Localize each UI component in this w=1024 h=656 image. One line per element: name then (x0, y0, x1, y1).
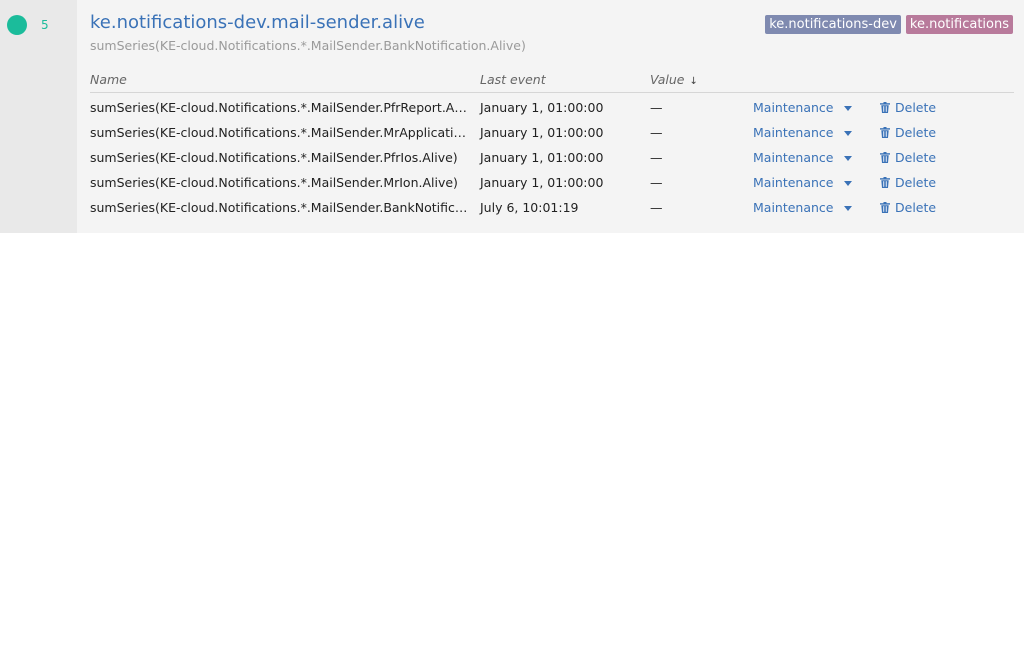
delete-label: Delete (895, 100, 937, 115)
column-header-value-label: Value (650, 72, 685, 87)
tag-notifications[interactable]: ke.notifications (905, 15, 1013, 34)
caret-down-icon (843, 131, 852, 136)
maintenance-dropdown[interactable]: Maintenance (753, 150, 852, 165)
column-header-value[interactable]: Value ↓ (650, 72, 698, 87)
status-column: 5 (0, 0, 77, 233)
maintenance-dropdown[interactable]: Maintenance (753, 175, 852, 190)
trash-icon (880, 127, 890, 138)
maintenance-dropdown[interactable]: Maintenance (753, 125, 852, 140)
column-header-last-event[interactable]: Last event (480, 72, 546, 87)
status-count: 5 (41, 18, 49, 32)
metric-name: sumSeries(KE-cloud.Notifications.*.MailS… (90, 200, 468, 215)
maintenance-dropdown[interactable]: Maintenance (753, 200, 852, 215)
status-dot-icon (7, 15, 27, 35)
metric-name: sumSeries(KE-cloud.Notifications.*.MailS… (90, 150, 458, 165)
delete-label: Delete (895, 125, 937, 140)
delete-button[interactable]: Delete (880, 125, 936, 140)
metric-last-event: January 1, 01:00:00 (480, 100, 604, 115)
table-row: sumSeries(KE-cloud.Notifications.*.MailS… (90, 168, 1014, 193)
trash-icon (880, 202, 890, 213)
metric-value: — (650, 100, 663, 115)
trash-icon (880, 102, 890, 113)
trigger-card: 5 ke.notifications-dev.mail-sender.alive… (0, 0, 1024, 233)
tag-notifications-dev[interactable]: ke.notifications-dev (765, 15, 901, 34)
metric-value: — (650, 150, 663, 165)
maintenance-dropdown[interactable]: Maintenance (753, 100, 852, 115)
maintenance-label: Maintenance (753, 200, 834, 215)
trash-icon (880, 152, 890, 163)
trigger-title[interactable]: ke.notifications-dev.mail-sender.alive (90, 12, 425, 33)
table-body: sumSeries(KE-cloud.Notifications.*.MailS… (90, 93, 1014, 218)
tag-list: ke.notifications-dev ke.notifications (765, 15, 1013, 34)
table-row: sumSeries(KE-cloud.Notifications.*.MailS… (90, 93, 1014, 118)
delete-button[interactable]: Delete (880, 175, 936, 190)
metric-last-event: January 1, 01:00:00 (480, 150, 604, 165)
metric-last-event: January 1, 01:00:00 (480, 125, 604, 140)
maintenance-label: Maintenance (753, 150, 834, 165)
metric-last-event: July 6, 10:01:19 (480, 200, 579, 215)
metric-name: sumSeries(KE-cloud.Notifications.*.MailS… (90, 100, 468, 115)
metric-last-event: January 1, 01:00:00 (480, 175, 604, 190)
caret-down-icon (843, 206, 852, 211)
trash-icon (880, 177, 890, 188)
delete-button[interactable]: Delete (880, 200, 936, 215)
delete-label: Delete (895, 175, 937, 190)
metric-name: sumSeries(KE-cloud.Notifications.*.MailS… (90, 175, 458, 190)
metrics-table: Name Last event Value ↓ sumSeries(KE-clou… (90, 72, 1014, 218)
delete-button[interactable]: Delete (880, 100, 936, 115)
arrow-down-icon[interactable]: ↓ (690, 76, 698, 87)
trigger-target: sumSeries(KE-cloud.Notifications.*.MailS… (90, 38, 526, 53)
table-row: sumSeries(KE-cloud.Notifications.*.MailS… (90, 193, 1014, 218)
metric-name: sumSeries(KE-cloud.Notifications.*.MailS… (90, 125, 468, 140)
table-row: sumSeries(KE-cloud.Notifications.*.MailS… (90, 143, 1014, 168)
maintenance-label: Maintenance (753, 125, 834, 140)
table-header: Name Last event Value ↓ (90, 72, 1014, 93)
table-row: sumSeries(KE-cloud.Notifications.*.MailS… (90, 118, 1014, 143)
metric-value: — (650, 200, 663, 215)
delete-button[interactable]: Delete (880, 150, 936, 165)
caret-down-icon (843, 106, 852, 111)
metric-value: — (650, 175, 663, 190)
metric-value: — (650, 125, 663, 140)
delete-label: Delete (895, 150, 937, 165)
caret-down-icon (843, 156, 852, 161)
maintenance-label: Maintenance (753, 175, 834, 190)
maintenance-label: Maintenance (753, 100, 834, 115)
caret-down-icon (843, 181, 852, 186)
column-header-name[interactable]: Name (90, 72, 127, 87)
delete-label: Delete (895, 200, 937, 215)
